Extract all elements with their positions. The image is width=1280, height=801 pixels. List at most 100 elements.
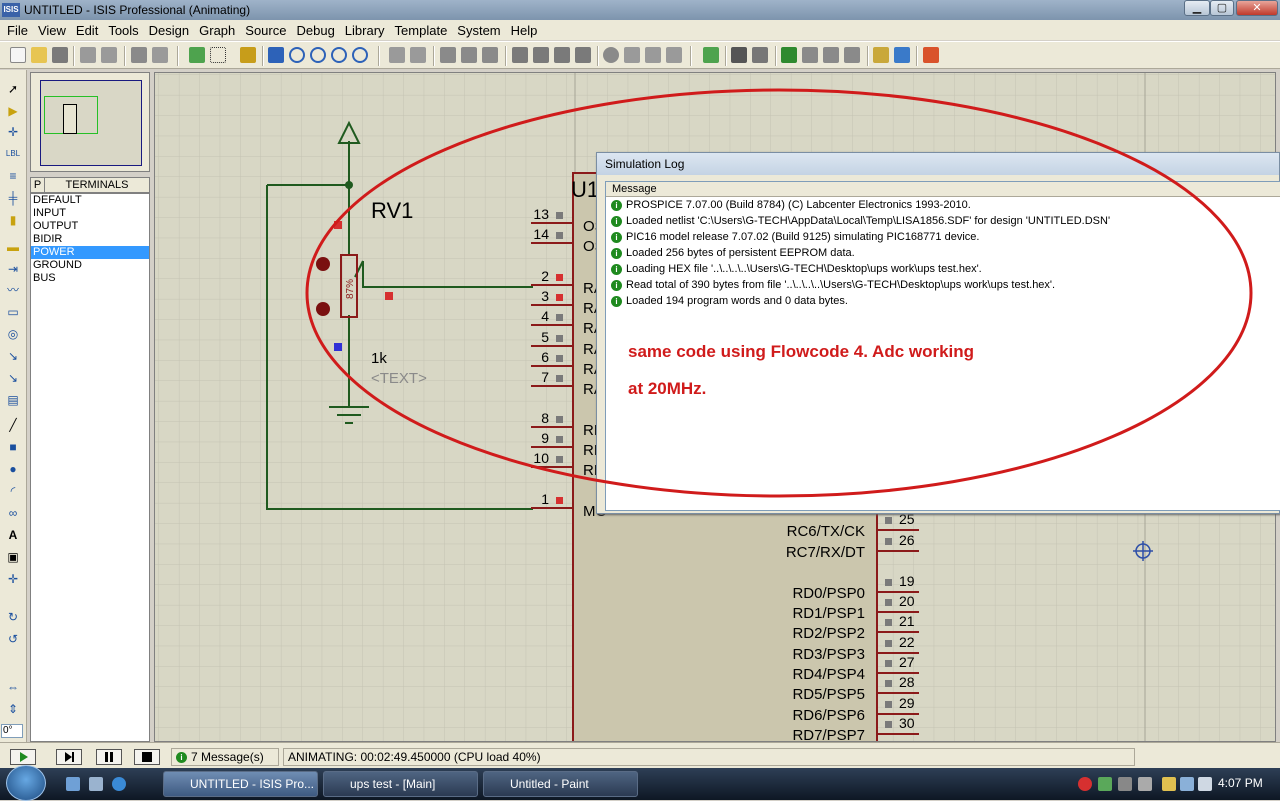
origin-icon[interactable] (240, 47, 256, 63)
decompose-icon[interactable] (666, 47, 682, 63)
block-move-icon[interactable] (533, 47, 549, 63)
generator-icon[interactable]: ◎ (5, 327, 21, 341)
block-copy-icon[interactable] (512, 47, 528, 63)
mirror-vertical-icon[interactable]: ⇕ (5, 702, 21, 716)
ares-netlist-icon[interactable] (923, 47, 939, 63)
volume-icon[interactable] (1198, 777, 1212, 791)
menu-library[interactable]: Library (340, 23, 390, 38)
cut-icon[interactable] (440, 47, 456, 63)
overview-window[interactable] (30, 72, 150, 172)
log-row[interactable]: i Loaded 194 program words and 0 data byt… (606, 293, 1280, 309)
rv1-down-button[interactable] (316, 302, 330, 316)
redo-icon[interactable] (410, 47, 426, 63)
block-delete-icon[interactable] (575, 47, 591, 63)
virtual-instruments-icon[interactable]: ▤ (5, 393, 21, 407)
log-row[interactable]: i Loaded netlist 'C:\Users\G-TECH\AppData… (606, 213, 1280, 229)
make-device-icon[interactable] (624, 47, 640, 63)
pick-device-icon[interactable] (603, 47, 619, 63)
search-tag-icon[interactable] (731, 47, 747, 63)
undo-icon[interactable] (389, 47, 405, 63)
terminal-item-output[interactable]: OUTPUT (31, 220, 149, 233)
tray-device-icon[interactable] (1118, 777, 1132, 791)
terminal-item-bidir[interactable]: BIDIR (31, 233, 149, 246)
taskbar-item-paint[interactable]: Untitled - Paint (483, 771, 638, 797)
path-icon[interactable]: ∞ (5, 506, 21, 520)
log-row[interactable]: i Read total of 390 bytes from file '..\.… (606, 277, 1280, 293)
rotate-clockwise-icon[interactable]: ↻ (5, 610, 21, 624)
minimize-button[interactable]: ▁ (1184, 0, 1210, 16)
terminal-item-input[interactable]: INPUT (31, 207, 149, 220)
terminals-list[interactable]: DEFAULT INPUT OUTPUT BIDIR POWER GROUND … (30, 193, 150, 742)
text-icon[interactable]: A (5, 528, 21, 542)
step-button[interactable] (56, 749, 82, 765)
selection-mode-icon[interactable]: ➚ (5, 82, 21, 96)
graph-mode-icon[interactable]: 〰 (5, 283, 21, 297)
close-button[interactable]: ✕ (1236, 0, 1278, 16)
terminal-item-power[interactable]: POWER (31, 246, 149, 259)
rv1-up-button[interactable] (316, 257, 330, 271)
zoom-in-icon[interactable] (289, 47, 305, 63)
taskbar-item-isis[interactable]: UNTITLED - ISIS Pro... (163, 771, 318, 797)
symbol-icon[interactable]: ▣ (5, 550, 21, 564)
simulation-log-window[interactable]: Simulation Log Message i PROSPICE 7.07.00… (596, 152, 1280, 514)
paste-icon[interactable] (482, 47, 498, 63)
network-icon[interactable] (1180, 777, 1194, 791)
import-icon[interactable] (80, 47, 96, 63)
menu-debug[interactable]: Debug (291, 23, 339, 38)
simulation-log-list[interactable]: Message i PROSPICE 7.07.00 (Build 8784) (… (605, 181, 1280, 511)
switch-windows-icon[interactable] (89, 777, 103, 791)
component-mode-icon[interactable]: ▶ (5, 104, 21, 118)
wire-autorouter-icon[interactable] (703, 47, 719, 63)
messages-indicator[interactable]: i 7 Message(s) (171, 748, 279, 766)
open-icon[interactable] (31, 47, 47, 63)
goto-sheet-icon[interactable] (823, 47, 839, 63)
packaging-icon[interactable] (645, 47, 661, 63)
terminals-mode-icon[interactable]: ▬ (5, 240, 21, 254)
menu-tools[interactable]: Tools (103, 23, 143, 38)
export-icon[interactable] (101, 47, 117, 63)
voltage-probe-icon[interactable]: ↘ (5, 349, 21, 363)
wire-label-icon[interactable]: LBL (5, 147, 21, 161)
menu-edit[interactable]: Edit (71, 23, 103, 38)
tape-recorder-icon[interactable]: ▭ (5, 305, 21, 319)
menu-file[interactable]: File (2, 23, 33, 38)
remove-sheet-icon[interactable] (802, 47, 818, 63)
taskbar-clock[interactable]: 4:07 PM (1218, 776, 1263, 790)
box-icon[interactable]: ■ (5, 440, 21, 454)
zoom-all-icon[interactable] (331, 47, 347, 63)
maximize-button[interactable]: ▢ (1210, 0, 1234, 16)
log-row[interactable]: i Loading HEX file '..\..\..\..\Users\G-T… (606, 261, 1280, 277)
tray-power-icon[interactable] (1162, 777, 1176, 791)
menu-graph[interactable]: Graph (194, 23, 240, 38)
menu-view[interactable]: View (33, 23, 71, 38)
message-column-header[interactable]: Message (606, 182, 1280, 197)
junction-dot-icon[interactable]: ✛ (5, 125, 21, 139)
internet-explorer-icon[interactable] (112, 777, 126, 791)
stop-button[interactable] (134, 749, 160, 765)
play-button[interactable] (10, 749, 36, 765)
tray-app-icon[interactable] (1098, 777, 1112, 791)
tray-usb-icon[interactable] (1138, 777, 1152, 791)
arc-icon[interactable]: ◜ (5, 484, 21, 498)
new-sheet-icon[interactable] (781, 47, 797, 63)
new-icon[interactable] (10, 47, 26, 63)
menu-source[interactable]: Source (240, 23, 291, 38)
bill-of-materials-icon[interactable] (873, 47, 889, 63)
terminal-item-default[interactable]: DEFAULT (31, 194, 149, 207)
start-button[interactable] (6, 765, 46, 801)
log-row[interactable]: i PIC16 model release 7.07.02 (Build 9125… (606, 229, 1280, 245)
electrical-rules-check-icon[interactable] (894, 47, 910, 63)
rotation-angle-input[interactable]: 0° (1, 724, 23, 738)
print-area-icon[interactable] (152, 47, 168, 63)
rotate-anticlockwise-icon[interactable]: ↺ (5, 632, 21, 646)
mirror-horizontal-icon[interactable]: ⇔ (5, 680, 21, 694)
terminal-item-ground[interactable]: GROUND (31, 259, 149, 272)
security-alert-icon[interactable] (1078, 777, 1092, 791)
log-row[interactable]: i PROSPICE 7.07.00 (Build 8784) (C) Labce… (606, 197, 1280, 213)
marker-icon[interactable]: ✛ (5, 572, 21, 586)
menu-system[interactable]: System (452, 23, 505, 38)
text-script-icon[interactable]: ≡ (5, 169, 21, 183)
zoom-area-icon[interactable] (352, 47, 368, 63)
buses-icon[interactable]: ╪ (5, 191, 21, 205)
pan-icon[interactable] (268, 47, 284, 63)
